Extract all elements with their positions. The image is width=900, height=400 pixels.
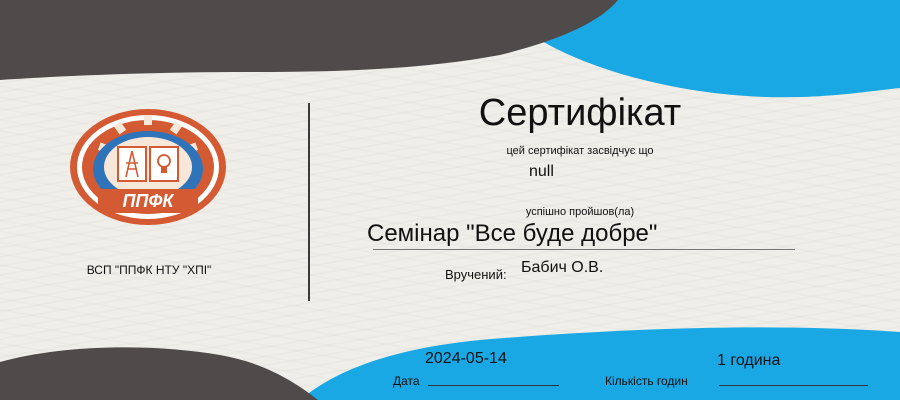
duration-value: 1 година <box>717 352 781 369</box>
course-underline <box>373 249 795 250</box>
top-left-dark-wave <box>0 0 618 80</box>
completed-text: успішно пройшов(ла) <box>525 206 635 218</box>
college-emblem-icon: ППФК <box>70 109 226 225</box>
date-underline <box>428 385 559 386</box>
date-value: 2024-05-14 <box>425 350 507 367</box>
course-name: Семінар "Все буде добре" <box>367 220 658 247</box>
date-label: Дата <box>393 374 420 388</box>
bottom-right-blue-wave <box>300 327 900 400</box>
vertical-divider <box>308 103 310 301</box>
certifies-text: цей сертифікат засвідчує що <box>506 145 654 157</box>
certificate-title: Сертифікат <box>478 92 682 134</box>
issued-label: Вручений: <box>445 267 507 282</box>
organization-name: ВСП "ППФК НТУ "ХПІ" <box>86 263 212 277</box>
certificate: ППФК ВСП "ППФК НТУ "ХПІ" Сертифікат цей … <box>0 0 900 400</box>
duration-underline <box>719 385 868 386</box>
recipient-name: null <box>529 163 554 180</box>
issuer-name: Бабич О.В. <box>521 259 604 276</box>
bottom-left-dark-wave <box>0 347 318 400</box>
duration-label: Кількість годин <box>605 374 688 388</box>
logo-text: ППФК <box>122 191 175 211</box>
